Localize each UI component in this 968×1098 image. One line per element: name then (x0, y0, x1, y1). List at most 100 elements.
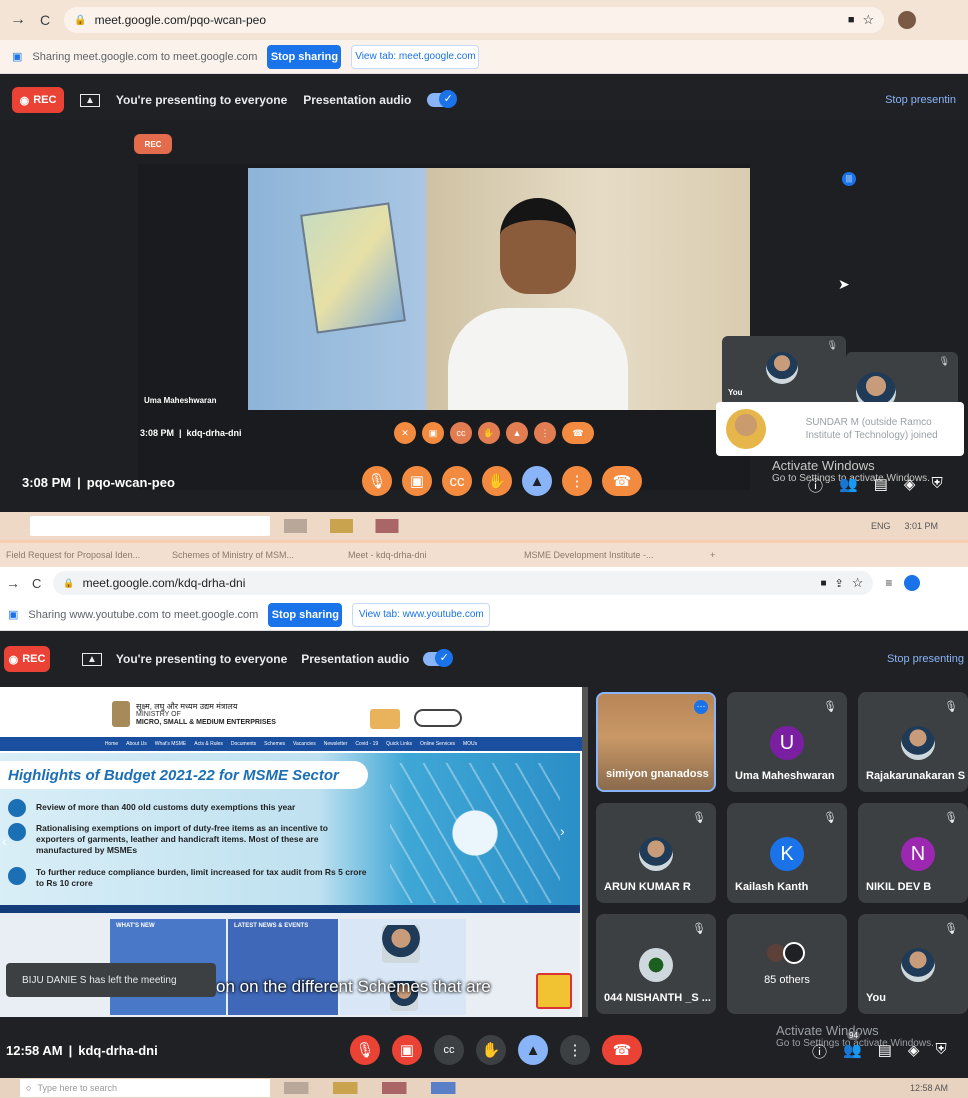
speaker-figure (448, 198, 628, 410)
bottom-info-icon[interactable]: ⓘ (812, 1041, 827, 1062)
top-stop-presenting-link[interactable]: Stop presentin (885, 94, 956, 106)
top-mic-button[interactable]: 🎙 (362, 466, 392, 496)
bottom-search-box[interactable]: ○ Type here to search (20, 1079, 270, 1097)
top-people-icon[interactable]: 👥 (839, 475, 858, 496)
tile-others[interactable]: 85 others (727, 914, 847, 1014)
tile-uma[interactable]: 🎙 U Uma Maheshwaran (727, 692, 847, 792)
tile-kailash[interactable]: 🎙 K Kailash Kanth (727, 803, 847, 903)
top-present-button[interactable]: ▲ (522, 466, 552, 496)
bottom-chat-icon[interactable]: ▤ (878, 1041, 892, 1062)
nav-whats-msme[interactable]: What's MSME (155, 741, 187, 747)
tab-1[interactable]: Field Request for Proposal Iden... (6, 550, 166, 560)
top-url-field[interactable]: 🔒 meet.google.com/pqo-wcan-peo ■ ☆ (64, 7, 885, 33)
bottom-leave-button[interactable]: ☎ (602, 1035, 642, 1065)
inner-hand-button[interactable]: ✋ (478, 422, 500, 444)
inner-cam-button[interactable]: ▣ (422, 422, 444, 444)
nav-acts[interactable]: Acts & Rules (194, 741, 223, 747)
top-activities-icon[interactable]: ◈ (904, 475, 916, 496)
tile-nikil[interactable]: 🎙 N NIKIL DEV B (858, 803, 968, 903)
top-audio-toggle[interactable] (427, 90, 458, 108)
nav-vacancies[interactable]: Vacancies (293, 741, 316, 747)
top-view-tab-button[interactable]: View tab: meet.google.com (351, 44, 480, 69)
top-time: 3:08 PM (22, 475, 72, 490)
reload-icon[interactable]: C (40, 12, 50, 28)
bottom-shield-icon[interactable]: ⛨ (935, 1041, 946, 1062)
new-tab-icon[interactable]: + (710, 550, 715, 560)
participant-name-5: NIKIL DEV B (866, 881, 932, 893)
inner-more-button[interactable]: ⋮ (534, 422, 556, 444)
search-icon: ○ (26, 1083, 32, 1093)
inner-present-button[interactable]: ▲ (506, 422, 528, 444)
bottom-camera-icon[interactable]: ■ (820, 578, 826, 589)
bottom-view-tab-button[interactable]: View tab: www.youtube.com (352, 602, 491, 627)
nav-online-services[interactable]: Online Services (420, 741, 455, 747)
star-icon[interactable]: ☆ (862, 12, 874, 28)
bottom-presentation-audio-label: Presentation audio (301, 652, 410, 666)
tile-arun[interactable]: 🎙 ARUN KUMAR R (596, 803, 716, 903)
bottom-reading-list-icon[interactable]: ≡ (885, 576, 892, 590)
top-info-icon[interactable]: ⓘ (808, 475, 823, 496)
slider-next-icon[interactable]: › (560, 823, 565, 839)
back-icon[interactable]: → (10, 11, 26, 29)
inner-leave-button[interactable]: ☎ (562, 422, 594, 444)
second-tile-mic-icon: 🎙 (938, 356, 950, 366)
swachh-logo (414, 709, 462, 727)
top-chat-icon[interactable]: ▤ (874, 475, 888, 496)
bottom-present-button[interactable]: ▲ (518, 1035, 548, 1065)
participant-name-1: Uma Maheshwaran (735, 770, 835, 782)
inner-mic-button[interactable]: ✕ (394, 422, 416, 444)
bottom-mic-button[interactable]: 🎙 (350, 1035, 380, 1065)
bottom-people-icon[interactable]: 👥 94 (843, 1031, 862, 1062)
nav-home[interactable]: Home (105, 741, 118, 747)
bottom-stop-presenting-link[interactable]: Stop presenting (887, 653, 964, 665)
top-leave-button[interactable]: ☎ (602, 466, 642, 496)
nav-newsletter[interactable]: Newsletter (324, 741, 348, 747)
profile-icon[interactable] (898, 11, 917, 29)
tile-rajakarunakaran[interactable]: 🎙 Rajakarunakaran S (858, 692, 968, 792)
bottom-profile-icon[interactable] (904, 575, 921, 591)
tile-more-icon[interactable]: ⋯ (694, 700, 708, 714)
top-meeting-details[interactable]: 3:08 PM | pqo-wcan-peo (22, 475, 175, 490)
bottom-back-icon[interactable]: → (6, 575, 20, 591)
top-more-button[interactable]: ⋮ (562, 466, 592, 496)
nav-quick-links[interactable]: Quick Links (386, 741, 412, 747)
nav-about[interactable]: About Us (126, 741, 147, 747)
others-avatar-2 (783, 942, 805, 964)
bottom-activities-icon[interactable]: ◈ (908, 1041, 920, 1062)
banner-bullet-1: Review of more than 400 old customs duty… (8, 799, 368, 817)
bottom-raise-hand-button[interactable]: ✋ (476, 1035, 506, 1065)
tab-3[interactable]: Meet - kdq-drha-dni (348, 550, 518, 560)
nav-documents[interactable]: Documents (231, 741, 256, 747)
bottom-url-field[interactable]: 🔒 meet.google.com/kdq-drha-dni ■ ⇪ ☆ (53, 571, 874, 595)
top-search-box[interactable] (30, 516, 270, 536)
bottom-star-icon[interactable]: ☆ (852, 575, 864, 591)
tile-you[interactable]: 🎙 You (858, 914, 968, 1014)
bottom-camera-button[interactable]: ▣ (392, 1035, 422, 1065)
top-shield-icon[interactable]: ⛨ (931, 475, 942, 496)
bottom-meeting-details[interactable]: 12:58 AM | kdq-drha-dni (6, 1043, 158, 1058)
tile-simiyon[interactable]: ⋯ simiyon gnanadoss (596, 692, 716, 792)
top-stop-sharing-button[interactable]: Stop sharing (267, 44, 342, 69)
tab-4[interactable]: MSME Development Institute -... (524, 550, 704, 560)
bottom-reload-icon[interactable]: C (32, 576, 41, 591)
camera-icon[interactable]: ■ (848, 14, 855, 26)
top-camera-button[interactable]: ▣ (402, 466, 432, 496)
top-raise-hand-button[interactable]: ✋ (482, 466, 512, 496)
bottom-stop-sharing-button[interactable]: Stop sharing (268, 602, 343, 627)
top-activate-title: Activate Windows (772, 458, 875, 473)
top-captions-button[interactable]: cc (442, 466, 472, 496)
bottom-more-button[interactable]: ⋮ (560, 1035, 590, 1065)
slider-prev-icon[interactable]: ‹ (2, 833, 7, 849)
tile-nishanth[interactable]: 🎙 044 NISHANTH _S ... (596, 914, 716, 1014)
inner-cc-button[interactable]: cc (450, 422, 472, 444)
bottom-captions-button[interactable]: cc (434, 1035, 464, 1065)
tab-2[interactable]: Schemes of Ministry of MSM... (172, 550, 342, 560)
nav-schemes[interactable]: Schemes (264, 741, 285, 747)
slide-scrollbar[interactable] (582, 687, 588, 1017)
top-address-bar: → C 🔒 meet.google.com/pqo-wcan-peo ■ ☆ (0, 0, 968, 40)
nav-mous[interactable]: MOUs (463, 741, 477, 747)
nav-covid[interactable]: Covid - 19 (355, 741, 378, 747)
bottom-share-text: Sharing www.youtube.com to meet.google.c… (28, 608, 259, 621)
bottom-audio-toggle[interactable] (423, 649, 454, 667)
bottom-share-icon[interactable]: ⇪ (835, 577, 844, 590)
